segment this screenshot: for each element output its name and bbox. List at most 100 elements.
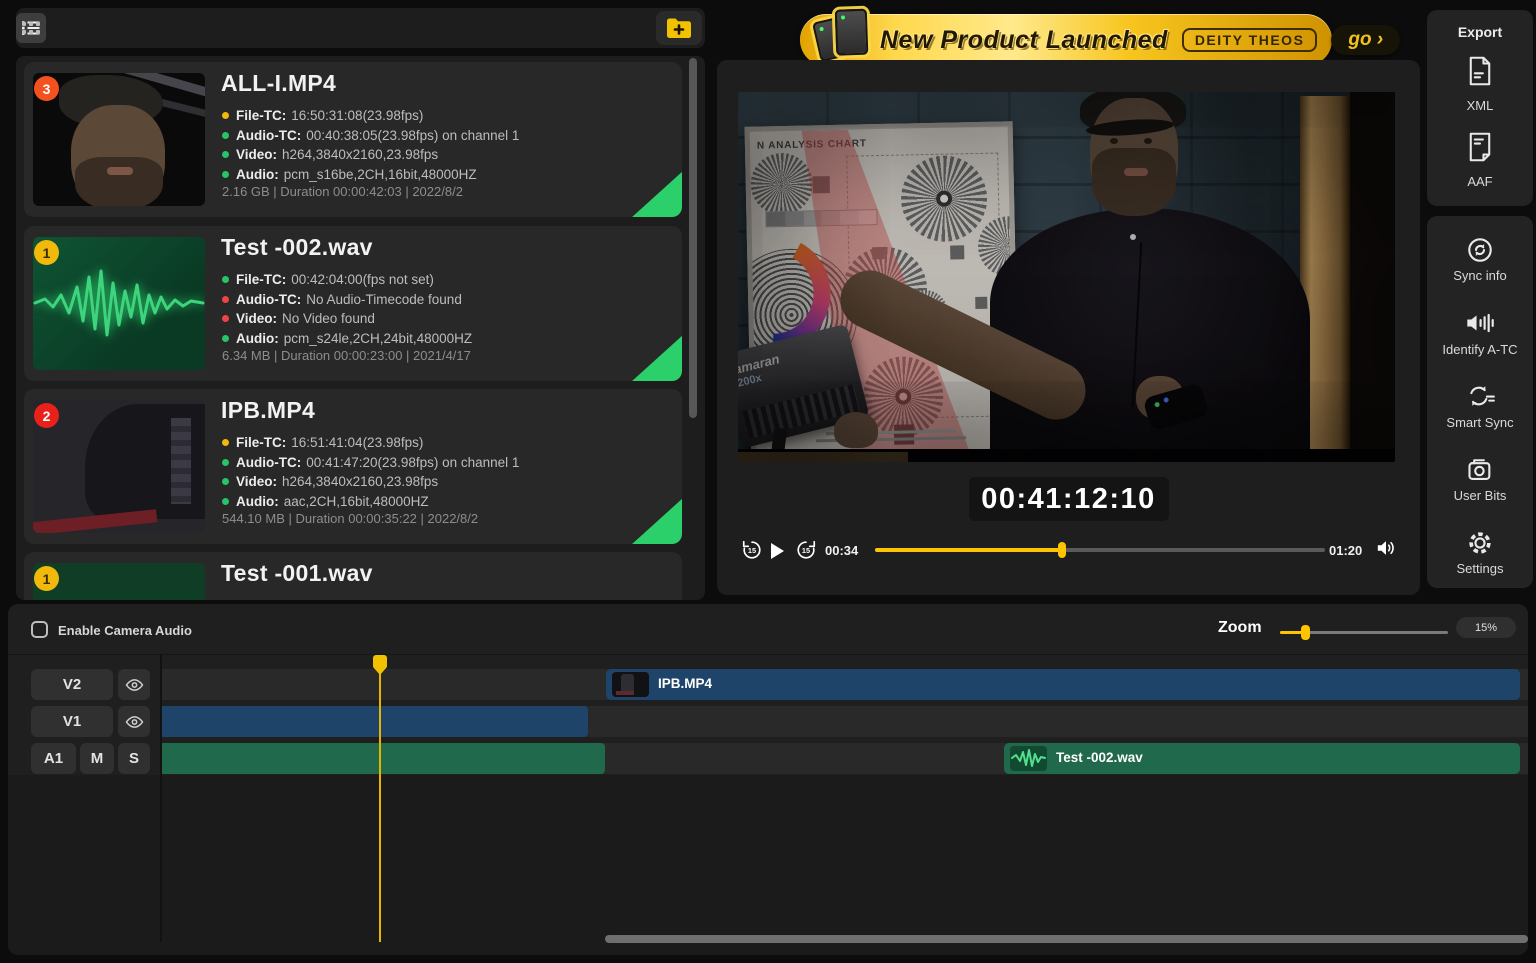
export-title: Export <box>1427 24 1533 40</box>
playhead[interactable] <box>379 655 381 942</box>
track-a1-mute-button[interactable]: M <box>80 743 114 774</box>
status-dot <box>222 112 229 119</box>
zoom-label: Zoom <box>1218 619 1262 637</box>
playhead-handle[interactable] <box>373 655 387 669</box>
player-panel: N ANALYSIS CHART <box>717 60 1420 595</box>
meta-label: Audio: <box>236 331 279 346</box>
meta-value: 00:42:04:00(fps not set) <box>291 272 434 287</box>
file-info-line: 2.16 GB | Duration 00:00:42:03 | 2022/8/… <box>222 184 463 199</box>
timeline-clip-test-002[interactable]: Test -002.wav <box>1004 743 1520 774</box>
timeline-panel: Enable Camera Audio Zoom 15% IPB.MP4 Tes… <box>8 604 1528 955</box>
sync-info-icon[interactable] <box>1466 236 1494 264</box>
forward-15-button[interactable]: 15 <box>795 539 817 561</box>
clip-thumbnail <box>1010 746 1047 771</box>
banner-go-button[interactable]: go › <box>1331 25 1400 55</box>
track-button-v2[interactable]: V2 <box>31 669 113 700</box>
meta-label: Video: <box>236 147 277 162</box>
seek-bar[interactable] <box>875 548 1325 552</box>
timecode-value: 00:41:12:10 <box>981 483 1156 516</box>
tools-panel: Sync info Identify A-TC Smart Sync User … <box>1427 216 1533 588</box>
track-v2-visibility-button[interactable] <box>118 669 150 700</box>
settings-gear-icon[interactable] <box>1466 529 1494 557</box>
user-bits-icon[interactable] <box>1466 456 1494 482</box>
zoom-value-badge: 15% <box>1456 617 1516 638</box>
banner-product-tag: DEITY THEOS <box>1182 28 1318 52</box>
timeline-clip-ipb[interactable]: IPB.MP4 <box>606 669 1520 700</box>
timeline-scrollbar[interactable] <box>605 935 1528 943</box>
timeline-clip-v1[interactable] <box>162 706 588 737</box>
track-a1-solo-button[interactable]: S <box>118 743 150 774</box>
timeline-clip-a1[interactable] <box>162 743 605 774</box>
file-card-test-002[interactable]: 1 Test -002.wav File-TC:00:42:04:00(fps … <box>24 226 682 381</box>
export-aaf-button[interactable]: AAF <box>1427 174 1533 189</box>
meta-value: h264,3840x2160,23.98fps <box>282 474 438 489</box>
zoom-slider-handle[interactable] <box>1301 625 1310 640</box>
clip-count-badge: 2 <box>34 403 59 428</box>
export-xml-button[interactable]: XML <box>1427 98 1533 113</box>
media-file-list[interactable]: 3 ALL-I.MP4 File-TC:16:50:31:08(23.98fps… <box>16 56 705 600</box>
video-frame[interactable]: N ANALYSIS CHART <box>738 92 1395 462</box>
rewind-15-button[interactable]: 15 <box>741 539 763 561</box>
file-card-all-i[interactable]: 3 ALL-I.MP4 File-TC:16:50:31:08(23.98fps… <box>24 62 682 217</box>
thumb-detail <box>107 167 133 175</box>
identify-atc-icon[interactable] <box>1465 310 1495 336</box>
file-metadata: File-TC:00:42:04:00(fps not set) Audio-T… <box>222 270 472 348</box>
add-files-button[interactable] <box>656 11 702 45</box>
meta-value: aac,2CH,16bit,48000HZ <box>284 494 429 509</box>
seek-handle[interactable] <box>1058 542 1066 558</box>
zoom-slider[interactable] <box>1280 631 1448 634</box>
duration-time: 01:20 <box>1329 543 1362 558</box>
play-button[interactable] <box>771 543 784 559</box>
clip-label: Test -002.wav <box>1056 750 1143 765</box>
eye-icon <box>125 714 144 730</box>
folder-plus-icon <box>666 17 692 39</box>
synced-corner-marker <box>630 171 682 217</box>
meta-label: Audio-TC: <box>236 292 301 307</box>
led-dot <box>841 15 845 19</box>
aaf-document-icon[interactable] <box>1466 132 1494 162</box>
enable-camera-audio-label: Enable Camera Audio <box>58 623 192 638</box>
current-time: 00:34 <box>825 543 858 558</box>
status-dot <box>222 171 229 178</box>
file-title: Test -002.wav <box>221 234 373 261</box>
track-v1-visibility-button[interactable] <box>118 706 150 737</box>
settings-button[interactable]: Settings <box>1427 561 1533 576</box>
thumb-detail <box>616 691 634 695</box>
meta-label: Audio: <box>236 494 279 509</box>
meta-label: Audio-TC: <box>236 455 301 470</box>
identify-atc-button[interactable]: Identify A-TC <box>1427 342 1533 357</box>
file-metadata: File-TC:16:50:31:08(23.98fps) Audio-TC:0… <box>222 106 519 184</box>
clip-count-badge: 1 <box>34 566 59 591</box>
xml-document-icon[interactable] <box>1466 56 1494 86</box>
smart-sync-button[interactable]: Smart Sync <box>1427 415 1533 430</box>
track-button-v1[interactable]: V1 <box>31 706 113 737</box>
sync-info-button[interactable]: Sync info <box>1427 268 1533 283</box>
meta-label: Audio: <box>236 167 279 182</box>
thumb-detail <box>75 157 163 206</box>
clip-label: IPB.MP4 <box>658 676 712 691</box>
grid-view-button[interactable] <box>16 13 46 43</box>
meta-value: 16:51:41:04(23.98fps) <box>291 435 423 450</box>
thumb-detail <box>171 418 191 504</box>
file-list-scrollbar[interactable] <box>689 58 697 418</box>
volume-button[interactable] <box>1375 538 1397 558</box>
tracks-divider <box>8 654 1528 655</box>
meta-value: pcm_s16be,2CH,16bit,48000HZ <box>284 167 477 182</box>
clip-count-badge: 3 <box>34 76 59 101</box>
user-bits-button[interactable]: User Bits <box>1427 488 1533 503</box>
promo-banner[interactable]: New Product Launched DEITY THEOS go › <box>800 14 1332 66</box>
status-dot <box>222 335 229 342</box>
meta-label: File-TC: <box>236 108 286 123</box>
status-dot <box>222 151 229 158</box>
playback-controls: 15 15 00:34 01:20 <box>717 536 1420 566</box>
enable-camera-audio-checkbox[interactable] <box>31 621 48 638</box>
synced-corner-marker <box>630 498 682 544</box>
status-dot <box>222 498 229 505</box>
file-card-ipb[interactable]: 2 IPB.MP4 File-TC:16:51:41:04(23.98fps) … <box>24 389 682 544</box>
svg-text:15: 15 <box>802 546 810 555</box>
file-card-test-001[interactable]: 1 Test -001.wav <box>24 552 682 600</box>
track-button-a1[interactable]: A1 <box>31 743 76 774</box>
svg-text:15: 15 <box>748 546 756 555</box>
smart-sync-icon[interactable] <box>1465 383 1495 409</box>
status-dot <box>222 276 229 283</box>
